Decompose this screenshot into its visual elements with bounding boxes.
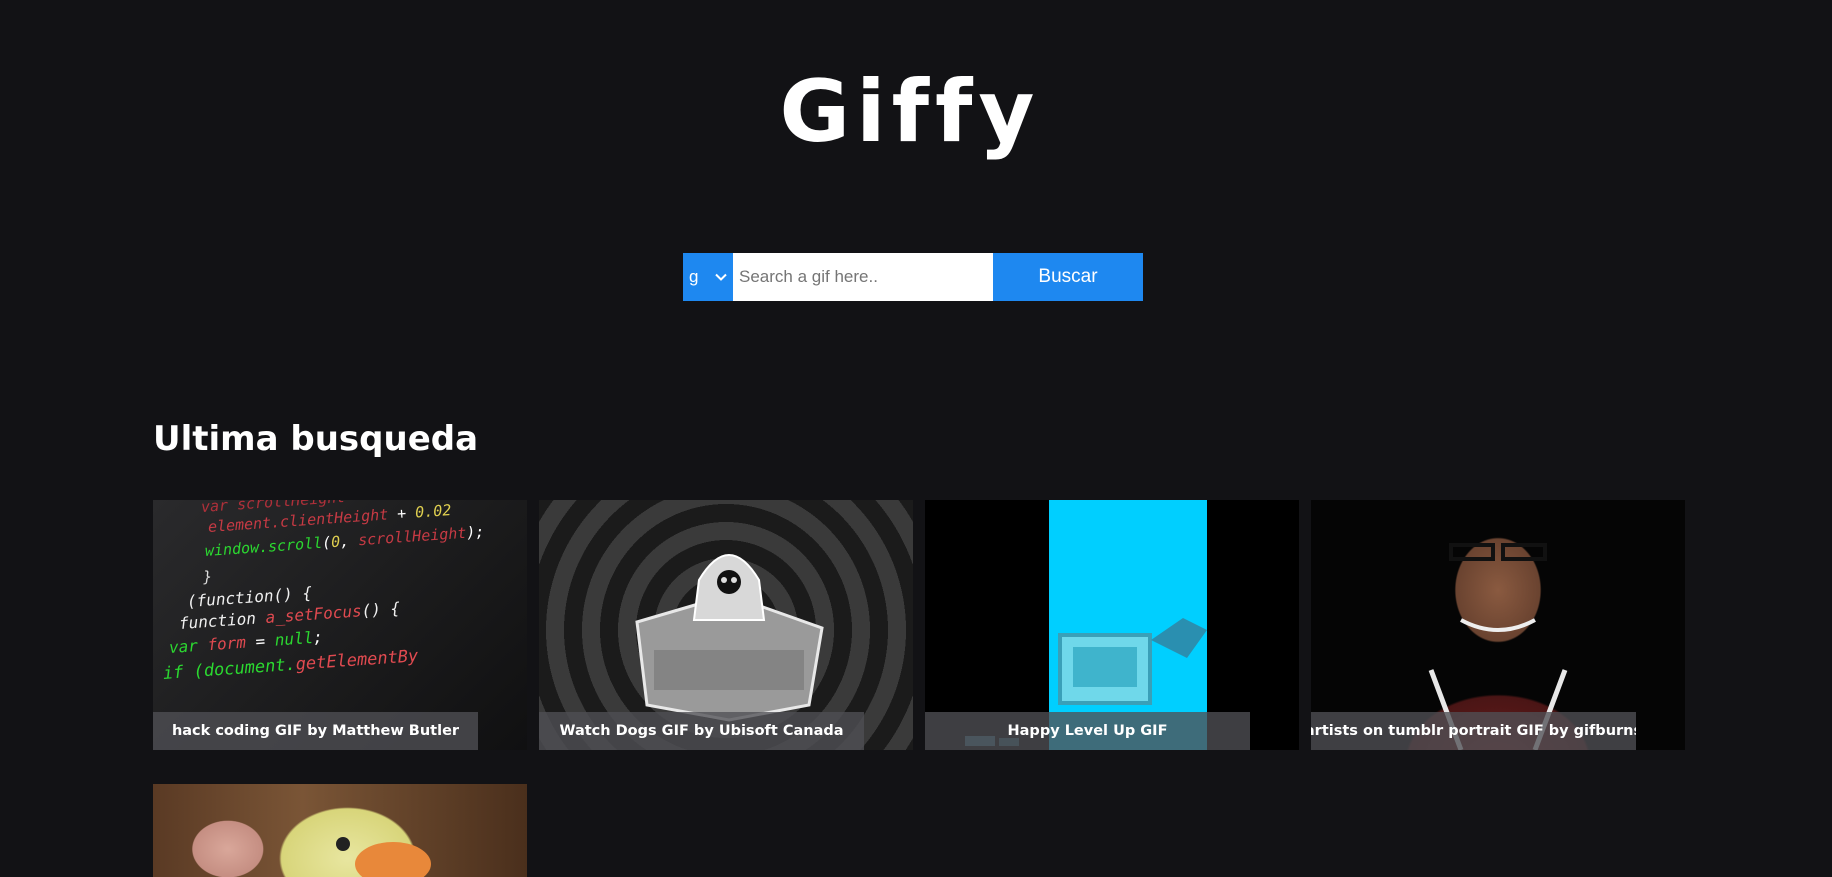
chevron-down-icon	[715, 273, 727, 281]
gif-image	[153, 784, 527, 877]
rating-select[interactable]: g	[683, 253, 733, 301]
gif-card[interactable]: artists on tumblr portrait GIF by gifbur…	[1311, 500, 1685, 750]
rating-select-value: g	[689, 267, 699, 286]
search-input[interactable]	[733, 253, 993, 301]
app-logo[interactable]: Giffy	[0, 52, 1820, 172]
gif-card[interactable]: Watch Dogs GIF by Ubisoft Canada	[539, 500, 913, 750]
gif-caption: hack coding GIF by Matthew Butler	[153, 712, 478, 750]
gif-card[interactable]: Happy Level Up GIF	[925, 500, 1299, 750]
section-title: Ultima busqueda	[153, 419, 479, 459]
search-form: g Buscar	[683, 253, 1143, 301]
gif-card[interactable]: var scrollHeight = element.clientHeight …	[153, 500, 527, 750]
search-button[interactable]: Buscar	[993, 253, 1143, 301]
gif-card[interactable]	[153, 784, 527, 877]
gif-caption: Watch Dogs GIF by Ubisoft Canada	[539, 712, 864, 750]
gif-caption: Happy Level Up GIF	[925, 712, 1250, 750]
gif-caption: artists on tumblr portrait GIF by gifbur…	[1311, 712, 1636, 750]
page: Giffy g Buscar Ultima busqueda var scrol…	[0, 0, 1832, 877]
